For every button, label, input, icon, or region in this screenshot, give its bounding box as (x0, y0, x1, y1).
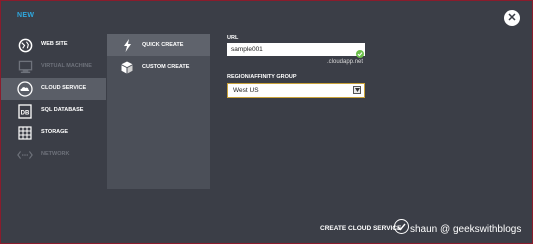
category-sql-database[interactable]: DB SQL DATABASE (1, 100, 106, 122)
option-label: CUSTOM CREATE (142, 64, 190, 70)
region-select[interactable]: West US (227, 83, 365, 98)
close-icon[interactable]: ✕ (504, 10, 520, 26)
category-network[interactable]: NETWORK (1, 144, 106, 166)
category-label: STORAGE (41, 129, 69, 135)
create-options-panel: QUICK CREATE CUSTOM CREATE (107, 34, 210, 189)
url-suffix: .cloudapp.net (327, 59, 364, 65)
category-cloud-service[interactable]: CLOUD SERVICE (1, 78, 106, 100)
option-quick-create[interactable]: QUICK CREATE (107, 34, 210, 56)
category-virtual-machine[interactable]: VIRTUAL MACHINE (1, 56, 106, 78)
sql-database-icon: DB (17, 103, 33, 119)
chevron-down-icon[interactable] (353, 86, 361, 94)
option-custom-create[interactable]: CUSTOM CREATE (107, 56, 210, 78)
cloud-service-icon (17, 81, 33, 97)
virtual-machine-icon (17, 59, 33, 75)
new-dialog: NEW ✕ WEB SITE VIRTUAL MACHINE CLOUD SER… (0, 0, 533, 244)
web-site-icon (17, 37, 33, 53)
dialog-title: NEW (17, 12, 35, 19)
category-label: WEB SITE (41, 41, 68, 47)
url-label: URL (227, 35, 239, 41)
option-label: QUICK CREATE (142, 42, 184, 48)
region-value: West US (233, 87, 259, 94)
category-label: SQL DATABASE (41, 107, 84, 113)
category-list: WEB SITE VIRTUAL MACHINE CLOUD SERVICE D… (1, 34, 106, 166)
category-storage[interactable]: STORAGE (1, 122, 106, 144)
network-icon (17, 147, 33, 163)
lightning-icon (121, 38, 133, 52)
create-cloud-service-label: CREATE CLOUD SERVICE (320, 225, 402, 232)
checkmark-icon[interactable] (394, 219, 409, 234)
category-label: NETWORK (41, 151, 70, 157)
cube-icon (121, 60, 133, 74)
svg-text:DB: DB (21, 110, 30, 116)
category-web-site[interactable]: WEB SITE (1, 34, 106, 56)
storage-icon (17, 125, 33, 141)
category-label: CLOUD SERVICE (41, 85, 87, 91)
url-input[interactable] (227, 43, 365, 56)
watermark-text: shaun @ geekswithblogs (410, 224, 522, 235)
region-label: REGION/AFFINITY GROUP (227, 74, 297, 80)
valid-check-icon (356, 45, 364, 58)
category-label: VIRTUAL MACHINE (41, 63, 92, 69)
